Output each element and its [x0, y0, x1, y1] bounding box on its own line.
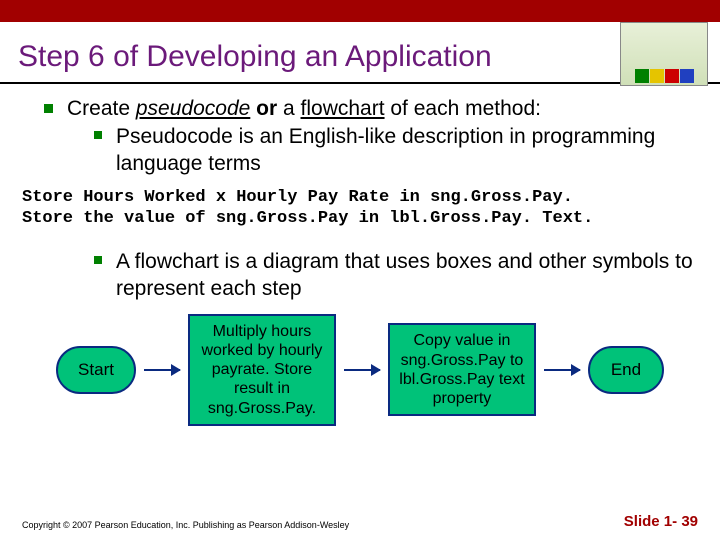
bullet-text: A flowchart is a diagram that uses boxes… — [102, 249, 698, 302]
flowchart: Start Multiply hours worked by hourly pa… — [0, 304, 720, 426]
bullet-level1: Create pseudocode or a flowchart of each… — [44, 96, 698, 122]
arrow-icon — [544, 369, 580, 371]
square-bullet-icon — [94, 131, 102, 139]
flow-process-2: Copy value in sng.Gross.Pay to lbl.Gross… — [388, 323, 536, 416]
arrow-icon — [144, 369, 180, 371]
copyright-text: Copyright © 2007 Pearson Education, Inc.… — [22, 520, 349, 530]
book-logo — [620, 22, 708, 86]
top-accent-bar — [0, 0, 720, 22]
bullet-text: Pseudocode is an English-like descriptio… — [102, 124, 698, 177]
flow-process-1: Multiply hours worked by hourly payrate.… — [188, 314, 336, 426]
content-area-2: A flowchart is a diagram that uses boxes… — [0, 237, 720, 302]
flow-start: Start — [56, 346, 136, 394]
arrow-icon — [344, 369, 380, 371]
content-area: Create pseudocode or a flowchart of each… — [0, 84, 720, 177]
square-bullet-icon — [94, 256, 102, 264]
footer: Copyright © 2007 Pearson Education, Inc.… — [22, 513, 698, 530]
flow-end: End — [588, 346, 664, 394]
page-title: Step 6 of Developing an Application — [0, 22, 720, 84]
pseudocode-block: Store Hours Worked x Hourly Pay Rate in … — [0, 179, 720, 238]
bullet-text: Create pseudocode or a flowchart of each… — [53, 96, 541, 122]
bullet-level2: Pseudocode is an English-like descriptio… — [94, 124, 698, 177]
bullet-level2: A flowchart is a diagram that uses boxes… — [94, 249, 698, 302]
slide-number: Slide 1- 39 — [624, 513, 698, 530]
square-bullet-icon — [44, 104, 53, 113]
logo-blocks — [635, 69, 694, 83]
